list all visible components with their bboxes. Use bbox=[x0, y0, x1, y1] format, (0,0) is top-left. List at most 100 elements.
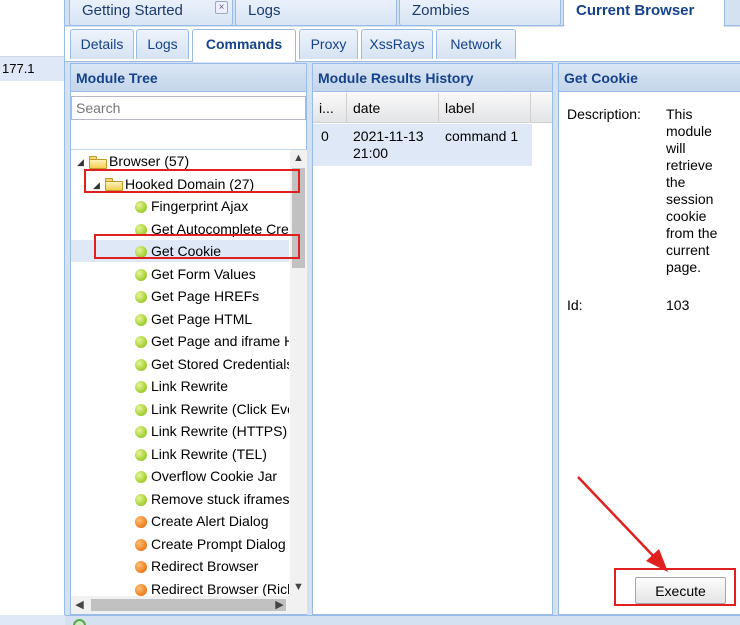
tree-item-label: Get Page HREFs bbox=[151, 288, 260, 304]
col-id[interactable]: i... bbox=[313, 93, 347, 123]
tab-getting-started[interactable]: Getting Started × bbox=[69, 0, 233, 26]
col-label[interactable]: label bbox=[439, 93, 531, 123]
tree-item-label: Link Rewrite (HTTPS) bbox=[151, 423, 288, 439]
tree-module-item[interactable]: Redirect Browser bbox=[71, 555, 289, 577]
tree-item-label: Redirect Browser bbox=[151, 558, 259, 574]
tree-module-item[interactable]: Create Prompt Dialog bbox=[71, 533, 289, 555]
tree-item-label: Overflow Cookie Jar bbox=[151, 468, 278, 484]
subtab-proxy[interactable]: Proxy bbox=[299, 29, 358, 59]
description-label: Description: bbox=[567, 106, 641, 122]
subtab-commands[interactable]: Commands bbox=[192, 29, 296, 62]
tree-item-label: Create Prompt Dialog bbox=[151, 535, 286, 552]
subtab-network[interactable]: Network bbox=[436, 29, 516, 59]
tab-logs-label: Logs bbox=[248, 2, 281, 19]
tree-item-label: Get Page HTML bbox=[151, 310, 253, 327]
subtab-xssrays[interactable]: XssRays bbox=[361, 29, 433, 59]
scroll-down-icon[interactable]: ▼ bbox=[290, 579, 307, 596]
scroll-left-icon[interactable]: ◀ bbox=[71, 596, 88, 614]
green-status-icon bbox=[135, 223, 147, 236]
tab-getting-started-label: Getting Started bbox=[82, 2, 183, 19]
orange-status-icon bbox=[135, 516, 147, 529]
tree-folder-hooked-domain[interactable]: ◢ Hooked Domain (27) bbox=[71, 173, 289, 195]
results-history-title: Module Results History bbox=[313, 64, 552, 92]
tab-current-browser-label: Current Browser bbox=[576, 2, 695, 19]
status-bar bbox=[65, 615, 740, 625]
green-status-icon bbox=[135, 201, 147, 214]
tree-item-label: Hooked Domain (27) bbox=[125, 175, 255, 192]
green-status-icon bbox=[135, 336, 147, 349]
tree-module-item[interactable]: Get Page HTML bbox=[71, 308, 289, 330]
tree-module-item[interactable]: Create Alert Dialog bbox=[71, 510, 289, 532]
module-search-wrap bbox=[71, 92, 306, 150]
execute-button[interactable]: Execute bbox=[635, 577, 726, 604]
subtab-logs[interactable]: Logs bbox=[136, 29, 189, 59]
expand-triangle-icon[interactable]: ◢ bbox=[93, 174, 101, 196]
hooked-browser-ip: 177.1 bbox=[2, 61, 35, 76]
scroll-thumb[interactable] bbox=[292, 168, 305, 268]
module-search-input[interactable] bbox=[71, 96, 306, 120]
tree-module-item[interactable]: Get Stored Credentials bbox=[71, 353, 289, 375]
green-status-icon bbox=[135, 291, 147, 304]
tab-zombies[interactable]: Zombies bbox=[399, 0, 561, 26]
tree-folder-browser[interactable]: ◢ Browser (57) bbox=[71, 150, 289, 172]
close-icon[interactable]: × bbox=[215, 1, 228, 14]
table-row[interactable]: 0 2021-11-13 21:00 command 1 bbox=[313, 124, 532, 166]
module-tree-panel: Module Tree ◢ Browser (57) ◢ Hooked Domain … bbox=[70, 63, 307, 615]
tree-module-item[interactable]: Remove stuck iframes bbox=[71, 488, 289, 510]
tab-zombies-label: Zombies bbox=[412, 2, 470, 19]
tree-item-label: Create Alert Dialog bbox=[151, 513, 269, 529]
tree-module-item[interactable]: Link Rewrite (HTTPS) bbox=[71, 420, 289, 442]
orange-status-icon bbox=[135, 538, 147, 551]
tree-horizontal-scrollbar[interactable]: ◀ ▶ bbox=[71, 596, 307, 614]
green-status-icon bbox=[135, 268, 147, 281]
tree-module-item[interactable]: Link Rewrite (TEL) bbox=[71, 443, 289, 465]
results-grid-header: i... date label bbox=[313, 93, 552, 123]
green-status-icon bbox=[135, 358, 147, 371]
tree-item-label: Get Autocomplete Creds bbox=[151, 220, 289, 237]
green-status-icon bbox=[135, 313, 147, 326]
tree-item-label: Link Rewrite bbox=[151, 378, 229, 394]
tree-module-item[interactable]: Get Autocomplete Creds bbox=[71, 218, 289, 240]
tab-logs[interactable]: Logs bbox=[235, 0, 397, 26]
description-text: This module will retrieve the session co… bbox=[666, 106, 718, 275]
module-tree: ◢ Browser (57) ◢ Hooked Domain (27) Fingerpr… bbox=[71, 150, 289, 596]
tree-module-item[interactable]: Get Page HREFs bbox=[71, 285, 289, 307]
top-tab-bar: Getting Started × Logs Zombies Current B… bbox=[65, 0, 740, 27]
green-status-icon bbox=[135, 448, 147, 461]
tree-module-item[interactable]: Link Rewrite (Click Events) bbox=[71, 398, 289, 420]
folder-icon bbox=[105, 178, 123, 192]
id-label: Id: bbox=[567, 297, 583, 313]
tree-item-label: Link Rewrite (Click Events) bbox=[151, 400, 289, 417]
tab-current-browser[interactable]: Current Browser bbox=[563, 0, 725, 27]
id-value: 103 bbox=[666, 297, 690, 313]
tree-module-item[interactable]: Link Rewrite bbox=[71, 375, 289, 397]
expand-triangle-icon[interactable]: ◢ bbox=[77, 151, 85, 173]
scroll-up-icon[interactable]: ▲ bbox=[290, 150, 307, 167]
hooked-browser-row[interactable]: 177.1 bbox=[0, 57, 64, 81]
subtab-details[interactable]: Details bbox=[70, 29, 134, 59]
tree-module-item[interactable]: Overflow Cookie Jar bbox=[71, 465, 289, 487]
tree-item-label: Link Rewrite (TEL) bbox=[151, 445, 267, 462]
scroll-right-icon[interactable]: ▶ bbox=[271, 596, 288, 614]
results-history-panel: Module Results History i... date label 0… bbox=[312, 63, 553, 615]
tree-item-label: Browser (57) bbox=[109, 153, 190, 169]
tree-item-label: Fingerprint Ajax bbox=[151, 198, 249, 214]
row-label: command 1 bbox=[445, 128, 519, 144]
tree-vertical-scrollbar[interactable]: ▲ ▼ bbox=[290, 150, 307, 596]
tree-module-item[interactable]: Get Page and iframe HTML bbox=[71, 330, 289, 352]
tree-module-get-cookie[interactable]: Get Cookie bbox=[71, 240, 289, 262]
tree-module-item[interactable]: Get Form Values bbox=[71, 263, 289, 285]
module-tree-title: Module Tree bbox=[71, 64, 306, 92]
tree-module-item[interactable]: Fingerprint Ajax bbox=[71, 195, 289, 217]
status-icon bbox=[73, 619, 86, 625]
row-date: 2021-11-13 21:00 bbox=[353, 128, 424, 162]
hscroll-thumb[interactable] bbox=[91, 599, 286, 611]
left-pane-header bbox=[0, 0, 64, 57]
green-status-icon bbox=[135, 246, 147, 259]
folder-icon bbox=[89, 155, 107, 169]
left-browser-list: 177.1 bbox=[0, 0, 65, 625]
col-date[interactable]: date bbox=[347, 93, 439, 123]
tree-item-label: Get Stored Credentials bbox=[151, 355, 289, 372]
tree-module-item[interactable]: Redirect Browser (Rickroll) bbox=[71, 578, 289, 596]
tree-item-label: Get Cookie bbox=[151, 243, 222, 259]
